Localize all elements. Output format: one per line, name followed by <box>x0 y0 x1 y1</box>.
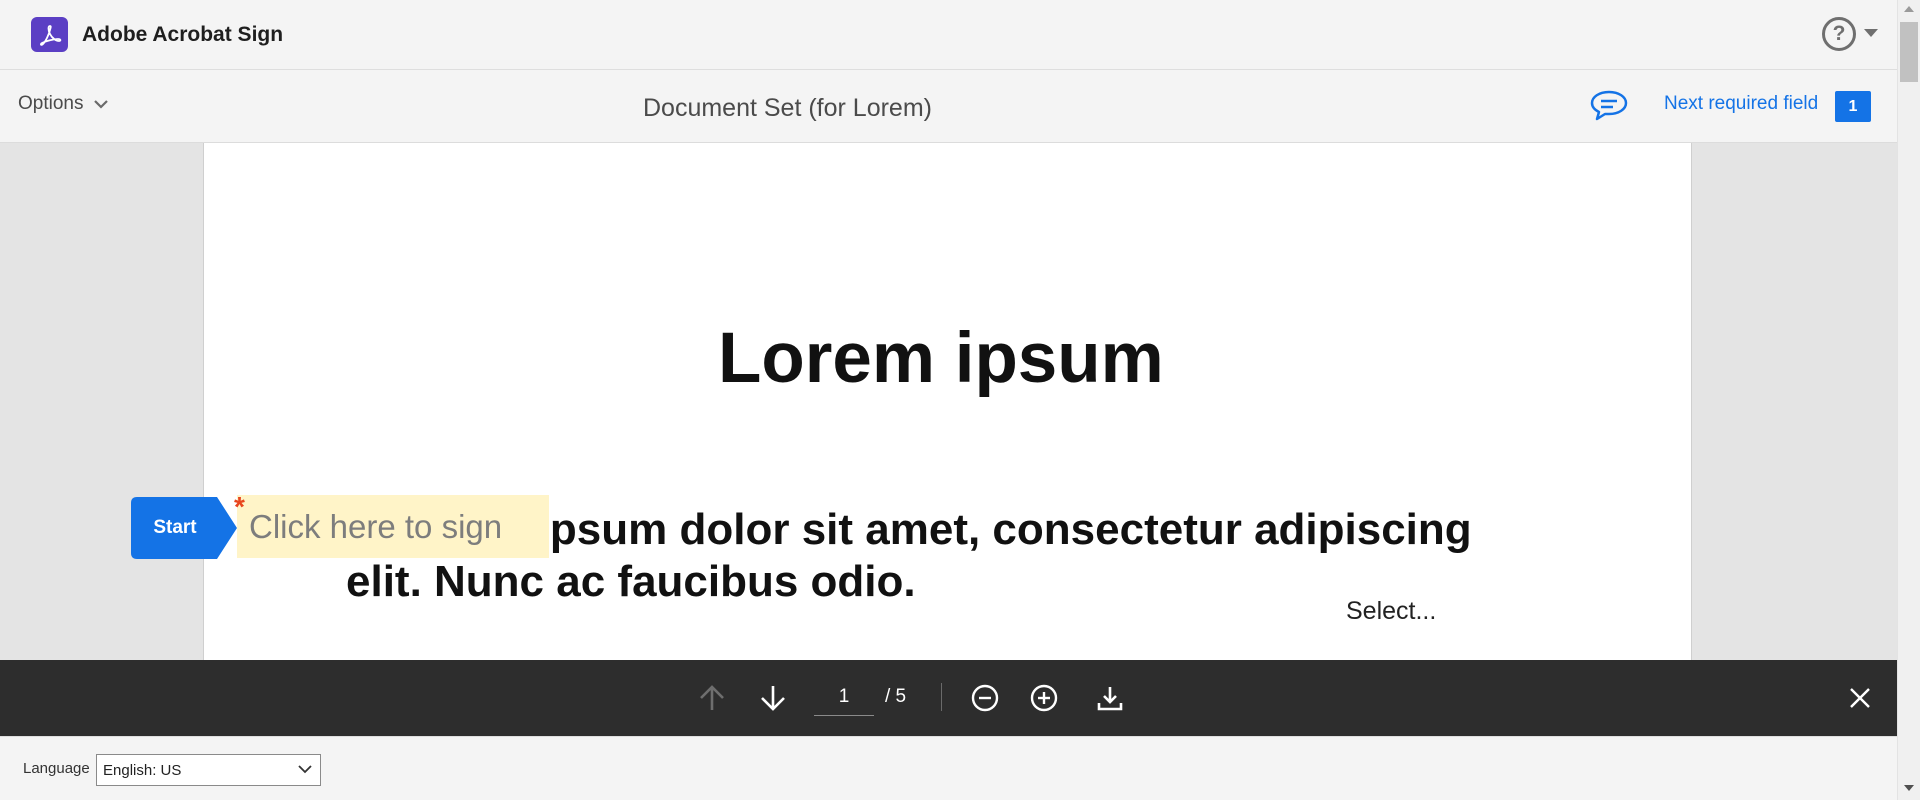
vertical-scrollbar[interactable] <box>1897 0 1920 800</box>
document-toolbar: Options Document Set (for Lorem) Next re… <box>0 71 1897 143</box>
language-select[interactable]: English: US <box>96 754 321 786</box>
chevron-down-icon <box>94 100 109 109</box>
download-icon[interactable] <box>1090 680 1130 716</box>
start-button-label[interactable]: Start <box>131 497 219 559</box>
document-page: Lorem ipsum Lorem ipsum dolor sit amet, … <box>203 143 1692 660</box>
page-controls-bar: / 5 <box>0 660 1897 736</box>
chevron-down-icon <box>298 765 312 774</box>
document-viewer: Lorem ipsum Lorem ipsum dolor sit amet, … <box>0 143 1897 660</box>
scroll-down-icon[interactable] <box>1904 785 1914 791</box>
page-number-input[interactable] <box>814 678 874 716</box>
app-title: Adobe Acrobat Sign <box>82 23 284 46</box>
close-icon[interactable] <box>1840 680 1880 716</box>
help-icon[interactable]: ? <box>1822 17 1856 51</box>
zoom-out-icon[interactable] <box>965 680 1005 716</box>
previous-page-icon[interactable] <box>692 680 732 716</box>
scroll-up-icon[interactable] <box>1904 6 1914 12</box>
required-marker: * <box>234 491 245 522</box>
language-select-value: English: US <box>103 761 182 779</box>
signature-field[interactable]: Click here to sign <box>237 495 549 558</box>
scrollbar-thumb[interactable] <box>1900 22 1918 82</box>
language-label: Language <box>23 760 90 777</box>
app-header: Adobe Acrobat Sign ? <box>0 0 1897 70</box>
document-heading: Lorem ipsum <box>718 319 1164 398</box>
zoom-in-icon[interactable] <box>1024 680 1064 716</box>
comment-icon[interactable] <box>1589 88 1629 124</box>
next-page-icon[interactable] <box>753 680 793 716</box>
total-pages-label: / 5 <box>885 686 907 707</box>
acrobat-logo-icon <box>31 17 68 52</box>
document-title: Document Set (for Lorem) <box>643 94 932 122</box>
caret-down-icon[interactable] <box>1864 29 1878 37</box>
options-menu-button[interactable]: Options <box>18 93 109 115</box>
select-dropdown-field[interactable]: Select... <box>1346 597 1436 626</box>
required-field-count-badge[interactable]: 1 <box>1835 91 1871 122</box>
controls-divider <box>941 683 942 711</box>
footer: Language English: US <box>0 736 1897 800</box>
options-label: Options <box>18 93 84 114</box>
next-required-field-link[interactable]: Next required field <box>1664 93 1818 115</box>
